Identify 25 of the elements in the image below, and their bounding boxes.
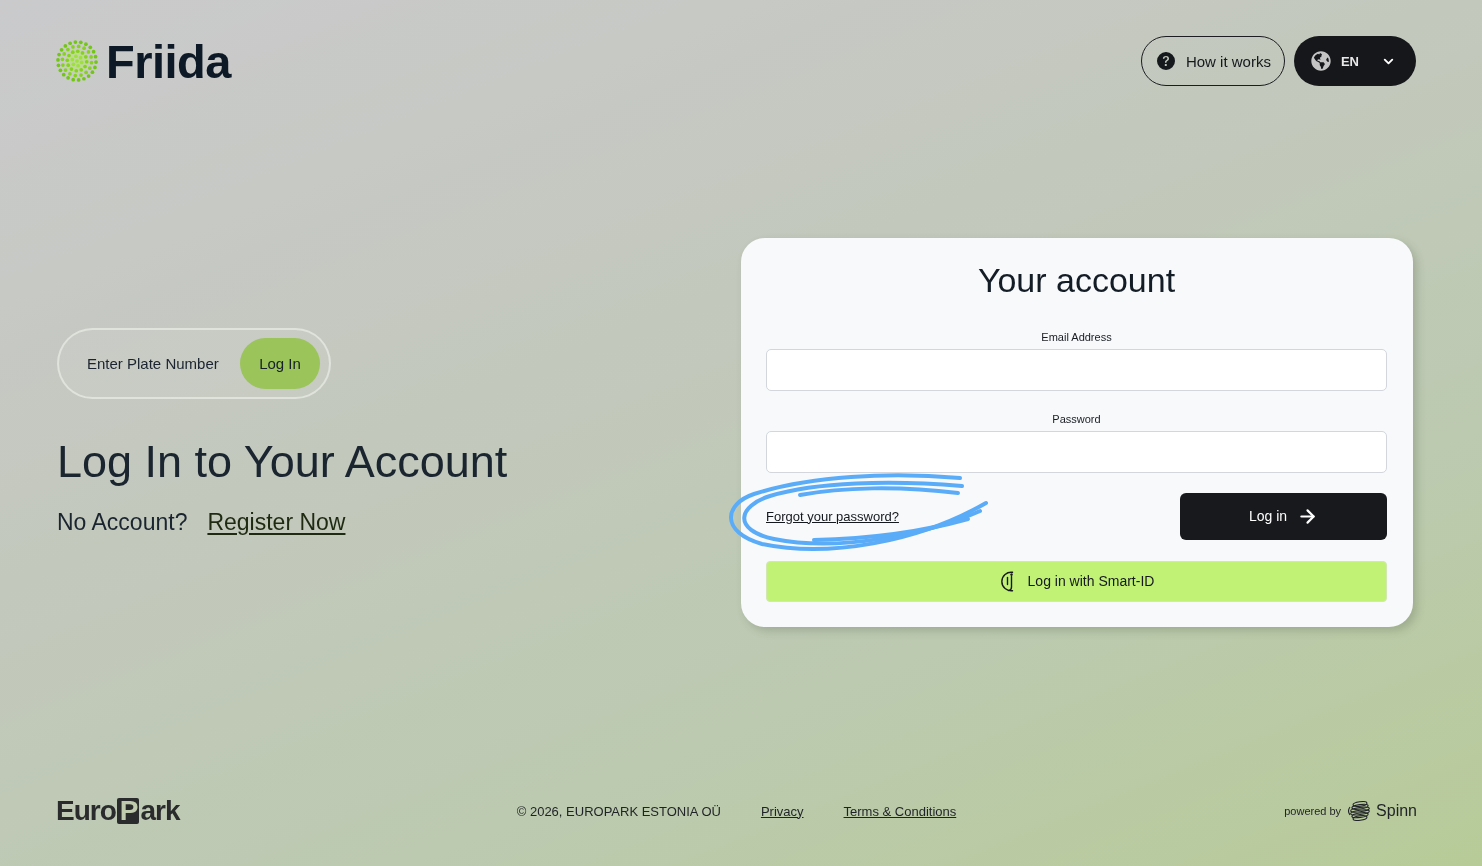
europark-logo: EuroPark [56,797,180,825]
log-in-button[interactable]: Log in [1180,492,1387,540]
input-field[interactable] [766,430,1387,473]
card-title: Your account [976,259,1177,300]
page-heading: Log In to Your Account [57,437,508,487]
register-link[interactable]: Register Now [207,508,346,536]
input-field[interactable] [766,348,1387,391]
no-account-text: No Account? [57,508,188,536]
footer-link[interactable]: Terms & Conditions [843,803,957,819]
globe-icon [1310,51,1331,71]
brand-wordmark: Friida [106,37,231,85]
copyright-text: © 2026, EUROPARK ESTONIA OÜ [516,803,721,819]
swirl-logo-icon [1346,801,1373,821]
forgot-password-link[interactable]: Forgot your password? [766,508,899,524]
spinn-wordmark: Spinn [1376,802,1417,820]
help-icon [1156,52,1175,70]
dotted-sunburst-icon [56,40,98,82]
plate-number-input[interactable]: Enter Plate Number [87,355,230,373]
plate-log-in-button[interactable]: Log In [240,338,320,390]
field-label: Password [1051,411,1102,426]
language-selector[interactable]: EN [1293,36,1416,86]
field-label: Email Address [1040,329,1113,344]
footer-link[interactable]: Privacy [760,803,804,819]
smart-id-login-button[interactable]: Log in with Smart-ID [766,560,1387,602]
powered-by-text: powered by [1284,805,1342,817]
